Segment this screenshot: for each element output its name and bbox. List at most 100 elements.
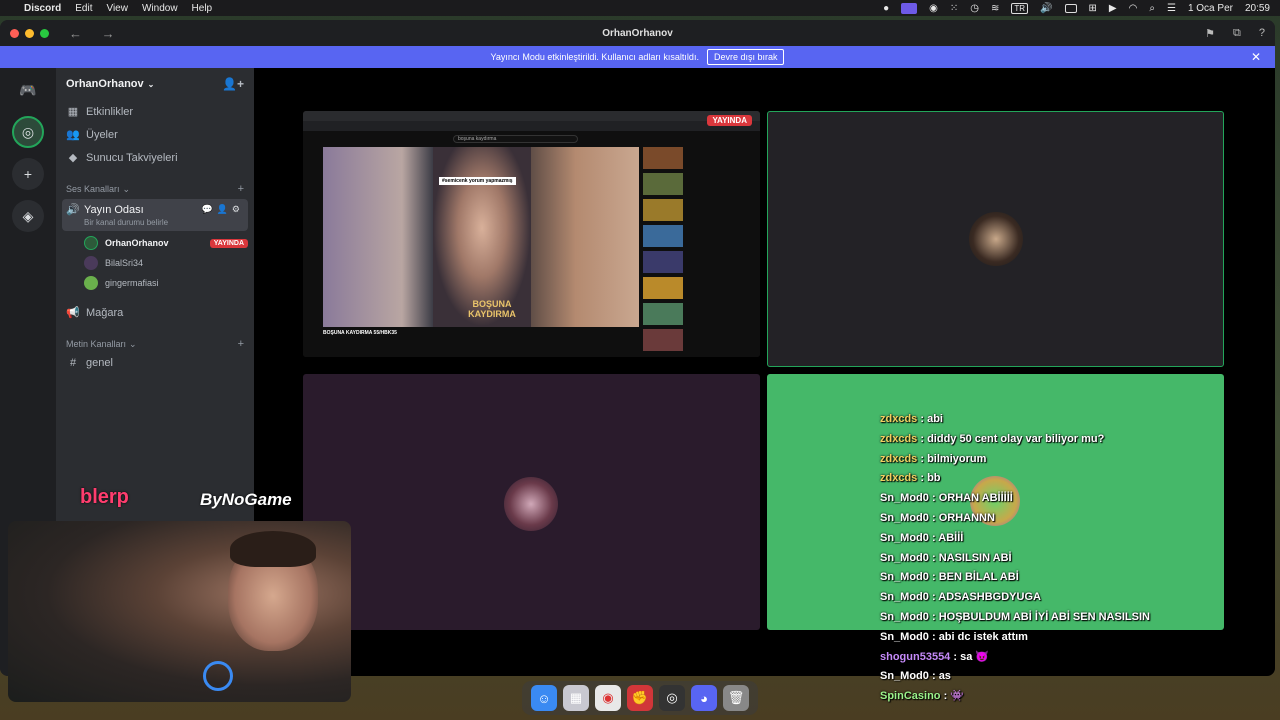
menu-help[interactable]: Help bbox=[192, 3, 213, 14]
members-icon: 👥 bbox=[66, 129, 80, 141]
close-icon[interactable]: ✕ bbox=[1251, 50, 1261, 64]
grid-icon[interactable]: ⁙ bbox=[950, 3, 958, 14]
sidebar-item-events[interactable]: ▦ Etkinlikler bbox=[56, 100, 254, 123]
banner-text: Yayıncı Modu etkinleştirildi. Kullanıcı … bbox=[490, 52, 699, 62]
list-item bbox=[643, 277, 753, 299]
chrome-icon[interactable]: ◉ bbox=[595, 685, 621, 711]
macos-menubar: Discord Edit View Window Help ● ◉ ⁙ ◷ ≋ … bbox=[0, 0, 1280, 16]
add-user-icon[interactable]: 👤+ bbox=[222, 77, 244, 91]
discover-icon[interactable]: ◈ bbox=[12, 200, 44, 232]
channel-actions[interactable]: 💬👤⚙ bbox=[202, 204, 244, 215]
chat-message: Sn_Mod0 : HOŞBULDUM ABİ İYİ ABİ SEN NASI… bbox=[880, 610, 1150, 623]
help-icon[interactable]: ? bbox=[1259, 27, 1265, 40]
text-category[interactable]: Metin Kanalları ⌄ + bbox=[56, 324, 254, 352]
discord-icon[interactable]: ◕ bbox=[691, 685, 717, 711]
menu-edit[interactable]: Edit bbox=[75, 3, 92, 14]
discord-home-icon[interactable]: 🎮 bbox=[12, 74, 44, 106]
hash-icon: # bbox=[69, 357, 77, 369]
stage-channel[interactable]: 📢 Mağara bbox=[56, 301, 254, 324]
menu-view[interactable]: View bbox=[106, 3, 128, 14]
participant-tile[interactable] bbox=[767, 111, 1224, 367]
category-label: Ses Kanalları bbox=[66, 184, 120, 194]
voice-user[interactable]: BilalSri34 bbox=[56, 253, 254, 273]
screen-share-tile[interactable]: boşuna kaydırma #semicenk yorum yapmazmı… bbox=[303, 111, 760, 357]
sidebar-item-boosts[interactable]: ◆ Sunucu Takviyeleri bbox=[56, 146, 254, 169]
disable-streamer-mode-button[interactable]: Devre dışı bırak bbox=[706, 49, 785, 65]
menubar-time[interactable]: 20:59 bbox=[1245, 3, 1270, 14]
trash-icon[interactable]: 🗑 bbox=[723, 685, 749, 711]
obs-icon[interactable]: ◎ bbox=[659, 685, 685, 711]
menubar-date[interactable]: 1 Oca Per bbox=[1188, 3, 1233, 14]
sidebar-item-members[interactable]: 👥 Üyeler bbox=[56, 123, 254, 146]
record-icon[interactable]: ● bbox=[883, 3, 889, 14]
chat-message: Sn_Mod0 : BEN BİLAL ABİ bbox=[880, 571, 1019, 584]
sidebar-item-label: Etkinlikler bbox=[86, 105, 134, 118]
chat-message: SpinCasino : 👾 bbox=[880, 690, 964, 703]
list-item bbox=[643, 303, 753, 325]
list-item bbox=[643, 199, 753, 221]
channel-status[interactable]: Bir kanal durumu belirle bbox=[66, 218, 244, 227]
voice-user[interactable]: gingermafiasi bbox=[56, 273, 254, 293]
avatar bbox=[504, 477, 558, 531]
chevron-down-icon: ⌄ bbox=[122, 183, 131, 194]
screen-mirror-icon[interactable]: ◉ bbox=[929, 3, 938, 14]
timer-icon[interactable]: ◷ bbox=[970, 3, 979, 14]
finder-icon[interactable]: ☺ bbox=[531, 685, 557, 711]
server-name: OrhanOrhanov bbox=[66, 78, 144, 90]
server-header[interactable]: OrhanOrhanov ⌄ 👤+ bbox=[56, 68, 254, 100]
launchpad-icon[interactable]: ▦ bbox=[563, 685, 589, 711]
play-icon[interactable]: ▶ bbox=[1109, 3, 1117, 14]
voice-channel[interactable]: 🔊 Yayın Odası 💬👤⚙ Bir kanal durumu belir… bbox=[62, 199, 248, 231]
voice-channel-name: Yayın Odası bbox=[84, 203, 144, 216]
zoom-window-button[interactable] bbox=[40, 28, 49, 38]
add-server-icon[interactable]: + bbox=[12, 158, 44, 190]
chat-message: zdxcds : bb bbox=[880, 472, 941, 485]
flag-icon[interactable]: ⚑ bbox=[1205, 27, 1215, 40]
video-frame: #semicenk yorum yapmazmış BOŞUNA KAYDIRM… bbox=[433, 147, 531, 327]
streamer-hair bbox=[230, 531, 316, 567]
participant-tile[interactable] bbox=[303, 374, 760, 630]
blerp-logo: blerp bbox=[80, 486, 129, 508]
stage-manager-icon[interactable] bbox=[901, 2, 918, 14]
menu-app[interactable]: Discord bbox=[24, 3, 61, 14]
spotlight-icon[interactable]: ⌕ bbox=[1149, 3, 1155, 14]
menu-window[interactable]: Window bbox=[142, 3, 178, 14]
riot-icon[interactable]: ✊ bbox=[627, 685, 653, 711]
voice-user-name: OrhanOrhanov bbox=[105, 238, 169, 248]
avatar bbox=[84, 236, 98, 250]
close-window-button[interactable] bbox=[10, 28, 19, 38]
display-icon[interactable] bbox=[1064, 3, 1077, 13]
text-channel-name: genel bbox=[86, 357, 113, 369]
input-source[interactable]: TR bbox=[1011, 2, 1029, 14]
avatar bbox=[969, 212, 1023, 266]
video-title: BOŞUNA KAYDIRMA 55/HBK35 bbox=[323, 330, 397, 336]
chat-message: shogun53554 : sa 😈 bbox=[880, 650, 990, 663]
server-icon[interactable]: ◎ bbox=[12, 116, 44, 148]
back-forward-icon[interactable]: ← → bbox=[69, 26, 123, 41]
calendar-icon: ▦ bbox=[67, 106, 79, 118]
popout-icon[interactable]: ⧉ bbox=[1233, 27, 1241, 40]
stage-icon: 📢 bbox=[66, 307, 80, 319]
add-channel-icon[interactable]: + bbox=[238, 183, 244, 195]
window-title: OrhanOrhanov bbox=[602, 27, 673, 39]
add-channel-icon[interactable]: + bbox=[238, 338, 244, 350]
voice-user[interactable]: OrhanOrhanov YAYINDA bbox=[56, 233, 254, 253]
app-icon[interactable]: ⊞ bbox=[1089, 3, 1097, 14]
chat-message: Sn_Mod0 : NASILSIN ABİ bbox=[880, 551, 1012, 564]
live-badge: YAYINDA bbox=[707, 115, 752, 126]
live-badge: YAYINDA bbox=[209, 238, 248, 248]
video-overlay-text: BOŞUNA KAYDIRMA bbox=[468, 299, 516, 319]
bynogame-logo: ByNoGame bbox=[200, 490, 292, 509]
list-item bbox=[643, 329, 753, 351]
text-channel[interactable]: # genel bbox=[56, 352, 254, 374]
list-item bbox=[643, 173, 753, 195]
minimize-window-button[interactable] bbox=[25, 28, 34, 38]
control-center-icon[interactable]: ☰ bbox=[1167, 3, 1176, 14]
waveform-icon[interactable]: ≋ bbox=[991, 3, 999, 14]
chat-message: Sn_Mod0 : ADSASHBGDYUGA bbox=[880, 591, 1041, 604]
list-item bbox=[643, 225, 753, 247]
wifi-icon[interactable]: ◠ bbox=[1129, 3, 1138, 14]
voice-category[interactable]: Ses Kanalları ⌄ + bbox=[56, 169, 254, 197]
volume-icon[interactable]: 🔊 bbox=[1040, 3, 1052, 14]
chat-message: zdxcds : diddy 50 cent olay var biliyor … bbox=[880, 432, 1105, 445]
